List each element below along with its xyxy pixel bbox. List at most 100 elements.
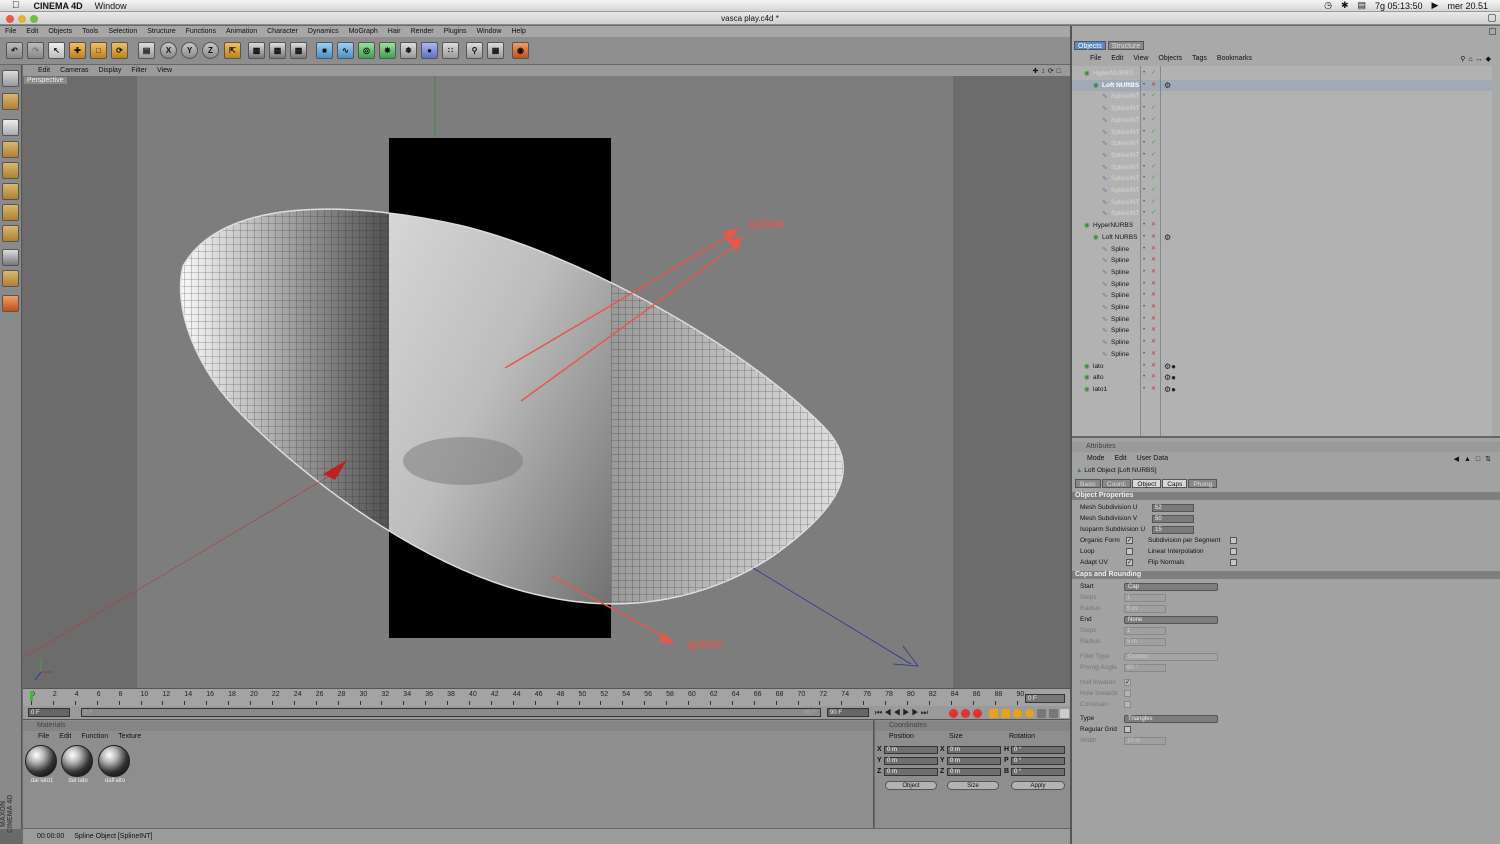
constrain-checkbox[interactable]	[1124, 701, 1131, 708]
timeline-ruler[interactable]: 0246810121416182022242628303234363840424…	[23, 688, 1070, 706]
material-swatch[interactable]: dall'alto	[98, 745, 132, 787]
material-tag-icon[interactable]: ⚙●	[1164, 372, 1176, 383]
x-axis-lock-button[interactable]: X	[160, 42, 177, 59]
model-mode-icon[interactable]	[2, 93, 19, 110]
om-menu-tags[interactable]: Tags	[1192, 55, 1207, 62]
menu-dynamics[interactable]: Dynamics	[308, 28, 339, 35]
object-row[interactable]: ∿ Spline • ✕	[1072, 290, 1492, 301]
om-search-home-icons[interactable]: ⚲⌂↔◆	[1460, 55, 1500, 63]
mesh-subdivision-v-field[interactable]: 50	[1152, 515, 1194, 523]
object-row[interactable]: ∿ Spline • ✕	[1072, 279, 1492, 290]
attr-tab-phong[interactable]: Phong	[1188, 479, 1218, 488]
rotation-b-field[interactable]: 0 °	[1011, 768, 1065, 776]
attr-tab-basic[interactable]: Basic	[1075, 479, 1101, 488]
visibility-dots[interactable]: •	[1143, 337, 1145, 348]
nurbs-icon[interactable]: ◎	[358, 42, 375, 59]
viewport-3d[interactable]: gobbe gobbe Perspective	[23, 76, 1070, 688]
menu-plugins[interactable]: Plugins	[444, 28, 467, 35]
object-row[interactable]: ◉ Loft NURBS • ✕ ⚙	[1072, 79, 1492, 91]
attr-tab-caps[interactable]: Caps	[1162, 479, 1188, 488]
menu-hair[interactable]: Hair	[388, 28, 401, 35]
apple-icon[interactable]: 	[12, 0, 20, 11]
y-axis-lock-button[interactable]: Y	[181, 42, 198, 59]
material-tag-icon[interactable]: ⚙●	[1164, 384, 1176, 395]
object-row[interactable]: ∿ Spline • ✕	[1072, 325, 1492, 336]
visibility-dots[interactable]: •	[1143, 208, 1145, 219]
enabled-check-icon[interactable]: ✓	[1151, 103, 1156, 114]
material-tag-icon[interactable]: ⚙	[1164, 232, 1171, 243]
disabled-cross-icon[interactable]: ✕	[1151, 302, 1156, 313]
material-tag-icon[interactable]: ⚙	[1164, 80, 1171, 91]
start-radius-field[interactable]: 5 m	[1124, 605, 1166, 613]
menu-selection[interactable]: Selection	[108, 28, 137, 35]
points-mode-icon[interactable]	[2, 162, 19, 179]
hole-inwards-checkbox[interactable]	[1124, 690, 1131, 697]
visibility-dots[interactable]: •	[1143, 232, 1145, 243]
rotate-tool-icon[interactable]: ⟳	[111, 42, 128, 59]
disabled-cross-icon[interactable]: ✕	[1151, 361, 1156, 372]
menu-structure[interactable]: Structure	[147, 28, 175, 35]
disabled-cross-icon[interactable]: ✕	[1151, 349, 1156, 360]
start-frame-field[interactable]: 0 F	[28, 708, 70, 717]
scale-key-icon[interactable]	[1001, 709, 1010, 718]
edges-mode-icon[interactable]	[2, 183, 19, 200]
visibility-dots[interactable]: •	[1143, 115, 1145, 126]
size-z-field[interactable]: 0 m	[947, 768, 1001, 776]
object-row[interactable]: ∿ SplineINT • ✓	[1072, 185, 1492, 196]
visibility-dots[interactable]: •	[1143, 185, 1145, 196]
enabled-check-icon[interactable]: ✓	[1151, 197, 1156, 208]
enabled-check-icon[interactable]: ✓	[1151, 208, 1156, 219]
flip-normals-checkbox[interactable]	[1230, 559, 1237, 566]
viewport-camera-label[interactable]: Perspective	[24, 77, 67, 84]
material-tag-icon[interactable]: ⚙●	[1164, 361, 1176, 372]
visibility-dots[interactable]: •	[1143, 290, 1145, 301]
menu-character[interactable]: Character	[267, 28, 298, 35]
polygons-mode-icon[interactable]	[2, 204, 19, 221]
disabled-cross-icon[interactable]: ✕	[1151, 80, 1156, 91]
menu-edit[interactable]: Edit	[26, 28, 38, 35]
recent-tools-icon[interactable]: ▤	[138, 42, 155, 59]
menu-functions[interactable]: Functions	[186, 28, 216, 35]
object-row[interactable]: ∿ Spline • ✕	[1072, 302, 1492, 313]
fillet-type-dropdown[interactable]: Convex	[1124, 653, 1218, 661]
position-key-icon[interactable]	[989, 709, 998, 718]
enabled-check-icon[interactable]: ✓	[1151, 162, 1156, 173]
attr-tab-coord[interactable]: Coord.	[1101, 479, 1132, 488]
checker-icon[interactable]	[2, 249, 19, 266]
materials-menu-edit[interactable]: Edit	[59, 733, 71, 740]
object-row[interactable]: ∿ Spline • ✕	[1072, 349, 1492, 360]
visibility-dots[interactable]: •	[1143, 325, 1145, 336]
enabled-check-icon[interactable]: ✓	[1151, 150, 1156, 161]
record-icon[interactable]	[949, 709, 958, 718]
layout-icon[interactable]: ▦	[487, 42, 504, 59]
menu-render[interactable]: Render	[411, 28, 434, 35]
autokey-icon[interactable]	[961, 709, 970, 718]
spline-pen-icon[interactable]: ∿	[337, 42, 354, 59]
clock-text[interactable]: 7g 05:13:50	[1375, 1, 1423, 11]
menu-objects[interactable]: Objects	[48, 28, 72, 35]
object-row[interactable]: ◉ HyperNURBS • ✕	[1072, 220, 1492, 231]
object-row[interactable]: ∿ Spline • ✕	[1072, 337, 1492, 348]
app-menu[interactable]: CINEMA 4D	[34, 1, 83, 11]
materials-menu-texture[interactable]: Texture	[118, 733, 141, 740]
position-y-field[interactable]: 0 m	[884, 757, 938, 765]
visibility-dots[interactable]: •	[1143, 127, 1145, 138]
view-layout-icon[interactable]	[2, 70, 19, 87]
enabled-check-icon[interactable]: ✓	[1151, 138, 1156, 149]
mesh-subdivision-u-field[interactable]: 52	[1152, 504, 1194, 512]
tab-structure[interactable]: Structure	[1107, 41, 1145, 50]
scene-icon[interactable]: ●	[421, 42, 438, 59]
visibility-dots[interactable]: •	[1143, 173, 1145, 184]
time-machine-icon[interactable]: ◷	[1324, 0, 1332, 11]
attr-nav-icons[interactable]: ◀▲□⇅	[1454, 455, 1500, 463]
object-row[interactable]: ∿ Spline • ✕	[1072, 314, 1492, 325]
tab-objects[interactable]: Objects	[1074, 41, 1106, 50]
panel-menu-icon[interactable]	[1489, 28, 1496, 35]
disabled-cross-icon[interactable]: ✕	[1151, 220, 1156, 231]
object-row[interactable]: ∿ SplineINT • ✓	[1072, 103, 1492, 114]
transport-buttons[interactable]: ⏮◀◀▶▶⏭	[875, 708, 930, 718]
enabled-check-icon[interactable]: ✓	[1151, 185, 1156, 196]
end-steps-field[interactable]: 1	[1124, 627, 1166, 635]
selection-tool-icon[interactable]: ↖	[48, 42, 65, 59]
menu-help[interactable]: Help	[511, 28, 525, 35]
